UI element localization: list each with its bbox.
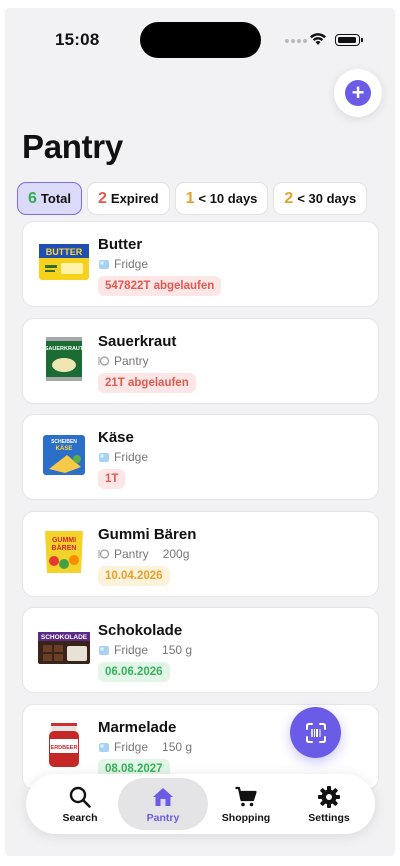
cellular-signal-icon bbox=[285, 39, 307, 43]
svg-text:ERDBEER: ERDBEER bbox=[51, 745, 78, 751]
expiry-badge: 06.06.2026 bbox=[98, 662, 170, 682]
filter-count: 1 bbox=[185, 189, 195, 207]
svg-text:SAUERKRAUT: SAUERKRAUT bbox=[45, 346, 84, 352]
status-bar: 15:08 bbox=[5, 8, 395, 68]
item-name: Marmelade bbox=[98, 718, 177, 736]
filter-expired[interactable]: 2 Expired bbox=[87, 182, 170, 215]
svg-text:GUMMI: GUMMI bbox=[52, 537, 76, 544]
tab-pantry[interactable]: Pantry bbox=[118, 778, 208, 830]
page-title: Pantry bbox=[22, 128, 123, 165]
item-name: Butter bbox=[98, 236, 143, 253]
item-name: Gummi Bären bbox=[98, 525, 197, 543]
filter-label: Total bbox=[40, 191, 71, 206]
plate-icon bbox=[98, 355, 110, 366]
barcode-scan-icon bbox=[305, 722, 326, 743]
chocolate-product-image: SCHOKOLADE bbox=[38, 632, 90, 664]
svg-text:BÄREN: BÄREN bbox=[52, 544, 77, 552]
filter-chips: 6 Total 2 Expired 1 < 10 days 2 < 30 day… bbox=[17, 182, 368, 215]
wifi-icon bbox=[310, 33, 326, 45]
cart-icon bbox=[235, 786, 257, 806]
cheese-product-image: SCHEIBEN KÄSE bbox=[43, 435, 85, 475]
pantry-item-card[interactable]: SAUERKRAUT Sauerkraut Pantry 21T abgelau… bbox=[22, 317, 379, 404]
svg-text:KÄSE: KÄSE bbox=[56, 445, 73, 452]
item-location-label: Pantry bbox=[114, 353, 149, 368]
filter-label: < 30 days bbox=[297, 191, 357, 206]
item-location: Fridge 150 g bbox=[98, 740, 192, 754]
plate-icon bbox=[98, 548, 110, 559]
expiry-badge: 547822T abgelaufen bbox=[98, 276, 222, 296]
pantry-item-card[interactable]: SCHOKOLADE Schokolade Fridge 150 g 06.06… bbox=[22, 607, 379, 693]
filter-under-30-days[interactable]: 2 < 30 days bbox=[273, 182, 368, 215]
expiry-badge: 10.04.2026 bbox=[98, 565, 170, 586]
tab-search[interactable]: Search bbox=[35, 778, 125, 830]
filter-count: 6 bbox=[28, 189, 37, 207]
item-location-label: Pantry bbox=[114, 546, 149, 561]
item-quantity: 200g bbox=[162, 546, 190, 561]
sauerkraut-product-image: SAUERKRAUT bbox=[45, 336, 84, 381]
filter-total[interactable]: 6 Total bbox=[17, 182, 82, 215]
item-quantity: 150 g bbox=[162, 643, 193, 657]
item-location-label: Fridge bbox=[114, 739, 149, 754]
add-item-button[interactable]: + bbox=[334, 69, 382, 117]
tab-bar: Search Pantry Shopping Settings bbox=[26, 774, 375, 834]
gummy-bears-product-image: GUMMI BÄREN bbox=[45, 530, 83, 573]
tab-label: Pantry bbox=[146, 811, 180, 824]
magnifier-icon bbox=[69, 786, 91, 808]
ice-cube-icon bbox=[99, 260, 109, 269]
item-name: Sauerkraut bbox=[98, 332, 177, 350]
item-location-label: Fridge bbox=[114, 257, 149, 271]
tab-label: Search bbox=[62, 811, 98, 824]
svg-text:SCHEIBEN: SCHEIBEN bbox=[51, 439, 77, 445]
ice-cube-icon bbox=[99, 742, 109, 752]
ice-cube-icon bbox=[99, 646, 109, 655]
filter-count: 2 bbox=[284, 189, 294, 207]
item-location: Pantry bbox=[98, 354, 149, 368]
tab-label: Shopping bbox=[221, 811, 271, 824]
item-quantity: 150 g bbox=[162, 739, 193, 754]
dynamic-island bbox=[140, 22, 261, 58]
expiry-badge: 1T bbox=[98, 469, 126, 489]
item-location-label: Fridge bbox=[114, 450, 149, 464]
ice-cube-icon bbox=[99, 453, 109, 462]
svg-text:SCHOKOLADE: SCHOKOLADE bbox=[41, 634, 88, 641]
item-location: Pantry 200g bbox=[98, 547, 189, 561]
tab-label: Settings bbox=[308, 811, 350, 824]
pantry-item-card[interactable]: GUMMI BÄREN Gummi Bären Pantry 200g 10.0… bbox=[22, 510, 379, 597]
pantry-item-card[interactable]: BUTTER Butter Fridge 547822T abgelaufen bbox=[22, 221, 379, 307]
item-location: Fridge bbox=[98, 450, 148, 464]
tab-shopping[interactable]: Shopping bbox=[201, 778, 291, 830]
filter-count: 2 bbox=[98, 189, 107, 207]
item-location: Fridge 150 g bbox=[98, 643, 192, 657]
status-time: 15:08 bbox=[55, 30, 100, 49]
expiry-badge: 21T abgelaufen bbox=[98, 372, 196, 393]
filter-label: < 10 days bbox=[198, 191, 258, 206]
battery-icon bbox=[335, 34, 363, 46]
butter-product-image: BUTTER bbox=[39, 244, 89, 280]
item-name: Schokolade bbox=[98, 622, 183, 639]
item-location: Fridge bbox=[98, 257, 148, 271]
pantry-item-card[interactable]: SCHEIBEN KÄSE Käse Fridge 1T bbox=[22, 414, 379, 500]
tab-settings[interactable]: Settings bbox=[284, 778, 374, 830]
filter-under-10-days[interactable]: 1 < 10 days bbox=[174, 182, 269, 215]
jam-jar-product-image: ERDBEER bbox=[49, 722, 79, 767]
item-location-label: Fridge bbox=[114, 643, 149, 657]
plus-icon: + bbox=[345, 80, 371, 106]
house-icon bbox=[153, 787, 173, 806]
phone-screen: 15:08 + Pantry 6 Total 2 Expired 1 < 10 … bbox=[5, 8, 395, 856]
filter-label: Expired bbox=[110, 191, 159, 206]
item-name: Käse bbox=[98, 429, 134, 446]
gear-icon bbox=[318, 785, 340, 808]
svg-text:BUTTER: BUTTER bbox=[46, 247, 83, 257]
barcode-scan-button[interactable] bbox=[290, 707, 341, 758]
